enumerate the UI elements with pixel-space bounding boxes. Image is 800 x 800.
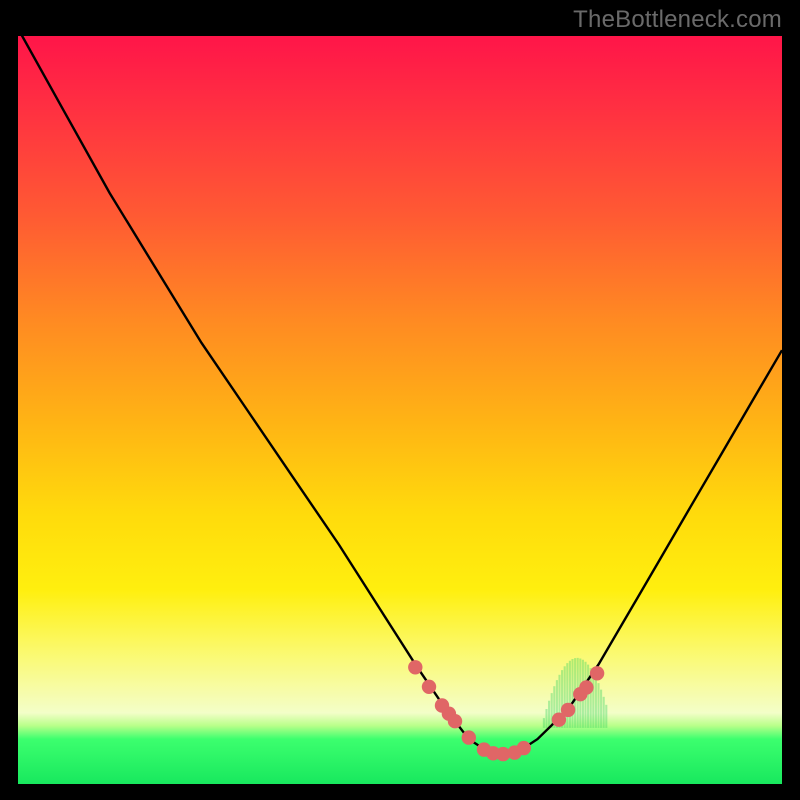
chart-frame	[18, 36, 782, 784]
marker-dot	[462, 730, 476, 744]
marker-dot	[517, 741, 531, 755]
marker-dot	[422, 680, 436, 694]
marker-dot	[561, 703, 575, 717]
marker-dot	[590, 666, 604, 680]
marker-dot	[579, 680, 593, 694]
plot-svg	[18, 36, 782, 784]
marker-dot	[408, 660, 422, 674]
watermark-text: TheBottleneck.com	[573, 6, 782, 34]
marker-dot	[448, 714, 462, 728]
bottleneck-curve	[18, 29, 782, 755]
